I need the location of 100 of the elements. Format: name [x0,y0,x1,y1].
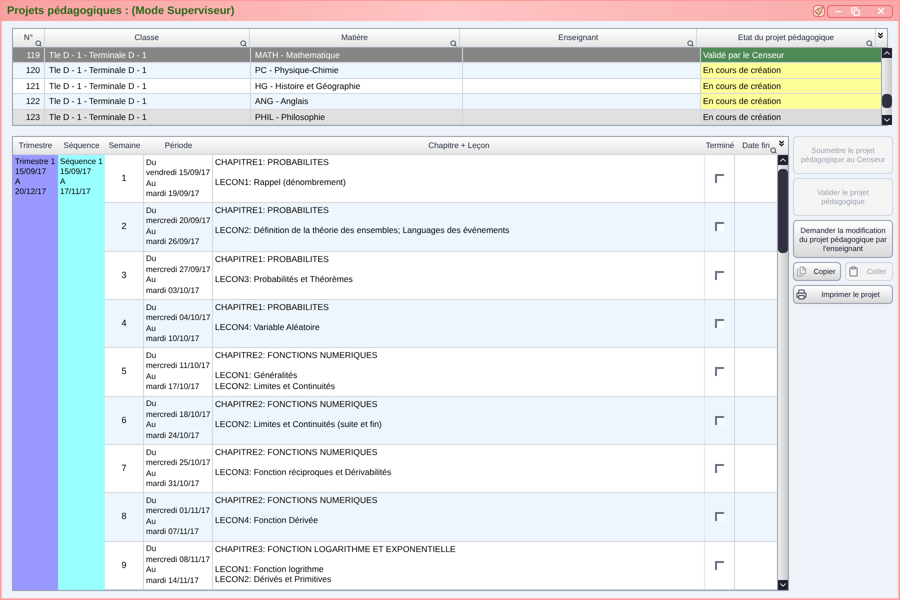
copy-icon [796,266,807,277]
chapter-title: CHAPITRE1: PROBABILITES [215,302,330,312]
sequence-text: A [60,177,66,187]
table-cell: Tle D - 1 - Terminale D - 1 [45,78,251,93]
checkbox[interactable] [715,416,724,425]
column-header[interactable]: Période [164,140,192,152]
period-text: mardi 10/10/17 [146,334,200,345]
term-text: Trimestre 1 [15,157,56,167]
period-text: vendredi 15/09/17 [146,168,212,179]
printer-icon [796,289,807,300]
column-header[interactable]: N° [24,32,33,44]
period-text: Au [146,468,157,480]
period-text: Au [146,372,157,382]
table-row[interactable]: 121 Tle D - 1 - Terminale D - 1 HG - Histoire et Géographie En cours de création [13,78,881,94]
table-cell: ANG - Anglais [251,94,463,108]
lesson-text: LECON4: Variable Aléatoire [215,322,321,332]
chapter-title: CHAPITRE2: FONCTIONS NUMERIQUES [215,350,378,360]
column-filter-icon[interactable] [240,40,247,46]
column-filter-icon[interactable] [866,40,874,46]
scrollbar-thumb[interactable] [882,94,892,108]
checkbox[interactable] [715,222,724,232]
period-text: mercredi 27/09/17 [146,264,212,276]
paste-icon [848,266,859,277]
period-text: Du [146,206,158,216]
lesson-text: LECON2: Limites et Continuités [215,380,336,392]
sequence-text: Séquence 1 [60,157,103,167]
term-text: 15/09/17 [15,167,48,177]
scroll-down-icon[interactable] [882,115,892,125]
table-cell: MATH - Mathematique [251,48,463,62]
period-text: mardi 07/11/17 [146,527,200,538]
table-cell: PHIL - Philosophie [251,110,463,124]
scrollbar[interactable] [881,48,892,125]
column-header[interactable]: Semaine [108,140,140,152]
table-cell: 121 [13,78,45,93]
column-filter-icon[interactable] [450,40,458,46]
period-text: mercredi 01/11/17 [146,506,211,517]
checkbox[interactable] [715,512,724,522]
table-row[interactable]: 122 Tle D - 1 - Terminale D - 1 ANG - Anglais En cours de création [13,94,881,110]
period-text: Du [146,158,158,168]
scroll-down-icon[interactable] [778,580,788,590]
lesson-text: LECON3: Probabilités et Théorèmes [215,274,354,284]
period-text: Du [146,302,158,314]
period-text: mardi 31/10/17 [146,479,200,490]
chapter-title: CHAPITRE2: FONCTIONS NUMERIQUES [215,495,378,506]
column-filter-icon[interactable] [687,40,694,46]
table-cell: Tle D - 1 - Terminale D - 1 [45,110,251,124]
table-row[interactable]: 120 Tle D - 1 - Terminale D - 1 PC - Physique-Chimie En cours de création [13,63,881,78]
status-cell: En cours de création [701,94,881,108]
table-cell: Tle D - 1 - Terminale D - 1 [45,63,251,78]
period-text: mardi 14/11/17 [146,576,200,586]
column-header[interactable]: Enseignant [558,32,598,44]
column-header[interactable]: Classe [134,32,159,44]
week-number: 9 [121,558,126,572]
column-header[interactable]: Trimestre [18,140,52,152]
column-header[interactable]: Etat du projet pédagogique [738,32,834,44]
column-header[interactable]: Matière [341,32,368,44]
period-text: Au [146,516,157,528]
period-text: Au [146,275,157,286]
week-number: 2 [121,220,126,234]
column-filter-icon[interactable] [34,40,42,46]
scrollbar[interactable] [777,155,788,590]
column-chooser-icon[interactable] [777,139,786,148]
week-number: 6 [121,414,126,427]
table-cell: 119 [13,48,45,62]
chapter-title: CHAPITRE1: PROBABILITES [215,157,330,167]
scroll-up-icon[interactable] [778,155,788,165]
period-text: mercredi 25/10/17 [146,458,212,469]
column-header[interactable]: Date fin [742,140,770,152]
period-text: Du [146,496,158,506]
week-number: 7 [121,462,126,475]
scrollbar-thumb[interactable] [778,169,788,253]
lesson-text: LECON1: Rappel (dénombrement) [215,177,347,188]
table-row[interactable]: 119 Tle D - 1 - Terminale D - 1 MATH - Mathematique Validé par le Censeur [13,48,881,63]
sequence-text: 15/09/17 [60,167,92,177]
week-number: 5 [121,365,126,378]
lesson-text: LECON2: Définition de la théorie des ensembles; Languages des événements [215,225,510,236]
sequence-text: 17/11/17 [60,187,92,197]
column-header[interactable]: Séquence [63,140,100,152]
period-text: Au [146,420,157,431]
week-number: 8 [121,510,126,524]
window-title: Projets pédagogiques : (Mode Superviseur) [7,4,234,19]
lesson-text: LECON4: Fonction Dérivée [215,515,319,526]
status-cell: En cours de création [701,63,881,78]
column-header[interactable]: Chapitre + Leçon [428,140,490,152]
column-chooser-icon[interactable] [876,31,886,40]
status-cell: En cours de création [701,110,881,124]
scroll-up-icon[interactable] [882,48,892,58]
checkbox[interactable] [715,319,724,328]
table-cell: 122 [13,94,45,108]
period-text: mercredi 18/10/17 [146,410,212,420]
week-number: 1 [121,172,126,185]
column-header[interactable]: Terminé [706,140,734,152]
status-cell: En cours de création [701,78,881,93]
table-row[interactable]: 123 Tle D - 1 - Terminale D - 1 PHIL - Philosophie En cours de création [13,110,881,125]
period-text: mardi 19/09/17 [146,189,200,200]
period-text: mercredi 04/10/17 [146,313,212,324]
paintbrush-icon[interactable] [813,5,825,17]
chapter-title: CHAPITRE3: FONCTION LOGARITHME ET EXPONENTIELLE [215,544,457,554]
chapter-title: CHAPITRE1: PROBABILITES [215,254,330,264]
column-filter-icon[interactable] [770,147,777,154]
